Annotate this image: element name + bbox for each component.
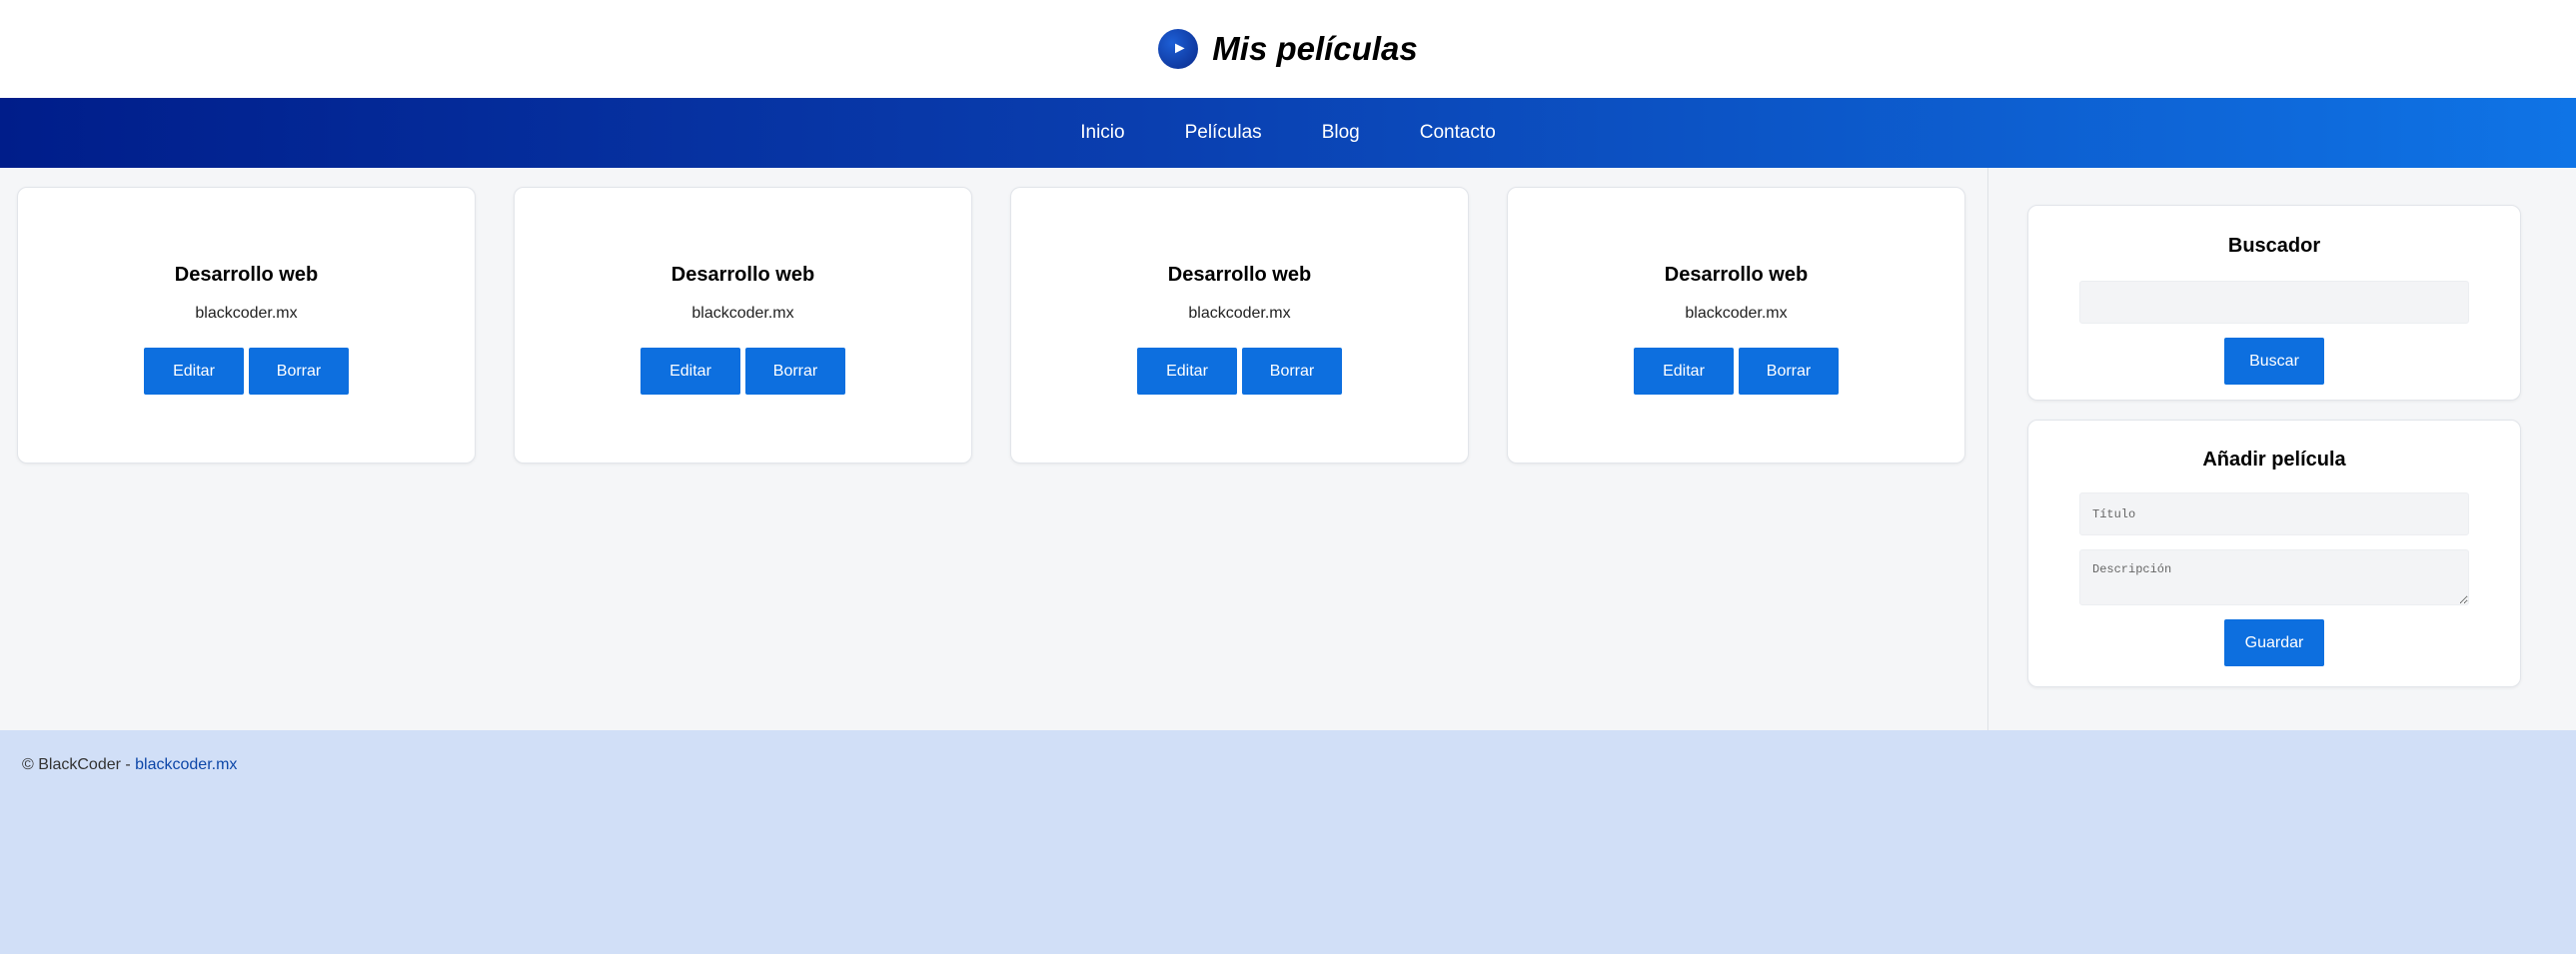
edit-button[interactable]: Editar: [144, 348, 244, 395]
movie-card: Desarrollo web blackcoder.mx Editar Borr…: [1010, 187, 1469, 464]
site-title: Mis películas: [1212, 30, 1418, 67]
movie-card: Desarrollo web blackcoder.mx Editar Borr…: [17, 187, 476, 464]
title-input[interactable]: [2079, 492, 2469, 535]
nav-item-inicio[interactable]: Inicio: [1050, 122, 1154, 144]
edit-button[interactable]: Editar: [1137, 348, 1237, 395]
movie-actions: Editar Borrar: [1137, 348, 1342, 395]
movie-list: Desarrollo web blackcoder.mx Editar Borr…: [0, 168, 1987, 730]
footer-link[interactable]: blackcoder.mx: [135, 756, 237, 773]
movie-description: blackcoder.mx: [1685, 305, 1788, 322]
sidebar: Buscador Buscar Añadir película Guardar: [1987, 168, 2576, 730]
search-input[interactable]: [2079, 281, 2469, 324]
movie-description: blackcoder.mx: [195, 305, 298, 322]
search-widget-title: Buscador: [2227, 235, 2321, 257]
delete-button[interactable]: Borrar: [249, 348, 349, 395]
site-footer: © BlackCoder - blackcoder.mx: [0, 730, 2576, 954]
movie-actions: Editar Borrar: [144, 348, 349, 395]
site-header: ► Mis películas: [0, 0, 2576, 98]
page-body: Desarrollo web blackcoder.mx Editar Borr…: [0, 168, 2576, 730]
movie-title: Desarrollo web: [174, 264, 319, 286]
nav-item-peliculas[interactable]: Películas: [1155, 122, 1292, 144]
nav-item-contacto[interactable]: Contacto: [1390, 122, 1526, 144]
play-icon: ►: [1158, 29, 1199, 69]
delete-button[interactable]: Borrar: [745, 348, 845, 395]
movie-title: Desarrollo web: [1167, 264, 1312, 286]
add-movie-title: Añadir película: [2202, 449, 2346, 471]
delete-button[interactable]: Borrar: [1739, 348, 1839, 395]
movie-actions: Editar Borrar: [1634, 348, 1839, 395]
movie-title: Desarrollo web: [1664, 264, 1809, 286]
edit-button[interactable]: Editar: [641, 348, 740, 395]
add-movie-widget: Añadir película Guardar: [2027, 420, 2521, 687]
footer-text: © BlackCoder -: [22, 756, 136, 773]
edit-button[interactable]: Editar: [1634, 348, 1734, 395]
save-button[interactable]: Guardar: [2224, 619, 2324, 666]
nav-item-blog[interactable]: Blog: [1292, 122, 1390, 144]
main-nav: Inicio Películas Blog Contacto: [0, 98, 2576, 168]
movie-description: blackcoder.mx: [691, 305, 794, 322]
delete-button[interactable]: Borrar: [1242, 348, 1342, 395]
movie-description: blackcoder.mx: [1188, 305, 1291, 322]
movie-card: Desarrollo web blackcoder.mx Editar Borr…: [1507, 187, 1965, 464]
movie-title: Desarrollo web: [670, 264, 815, 286]
movie-card: Desarrollo web blackcoder.mx Editar Borr…: [514, 187, 972, 464]
movie-actions: Editar Borrar: [641, 348, 845, 395]
search-widget: Buscador Buscar: [2027, 205, 2521, 401]
description-textarea[interactable]: [2079, 549, 2469, 605]
search-button[interactable]: Buscar: [2224, 338, 2324, 385]
